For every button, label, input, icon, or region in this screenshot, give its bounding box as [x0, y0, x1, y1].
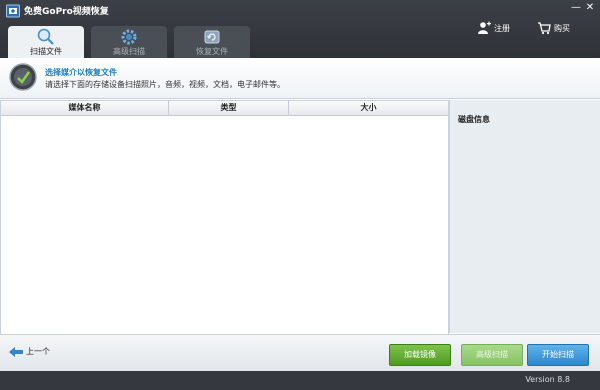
media-list-header: 媒体名称 类型 大小 — [1, 101, 448, 116]
user-add-icon — [478, 21, 491, 34]
action-bar: 上一个 加载镜像 高级扫描 开始扫描 — [0, 334, 600, 372]
version-label: Version 8.8 — [525, 375, 570, 384]
app-title: 免费GoPro视频恢复 — [24, 7, 109, 17]
tab-recover-files-label: 恢复文件 — [196, 47, 228, 56]
magnifier-icon — [37, 28, 54, 45]
title-bar: 免费GoPro视频恢复 — ✕ 注册 购买 扫描文件 高级扫描 恢复文件 — [0, 0, 600, 58]
column-type[interactable]: 类型 — [169, 101, 289, 115]
tab-advanced-scan[interactable]: 高级扫描 — [91, 26, 167, 58]
disk-info-title: 磁盘信息 — [458, 115, 490, 124]
start-scan-button[interactable]: 开始扫描 — [527, 344, 589, 366]
tab-scan-files[interactable]: 扫描文件 — [8, 26, 84, 58]
register-button[interactable]: 注册 — [477, 20, 510, 36]
gear-icon — [121, 29, 137, 45]
tab-advanced-scan-label: 高级扫描 — [113, 47, 145, 56]
tab-recover-files[interactable]: 恢复文件 — [174, 26, 250, 58]
instruction-description: 请选择下面的存储设备扫描照片，音频，视频，文档，电子邮件等。 — [45, 80, 285, 89]
buy-button[interactable]: 购买 — [537, 20, 570, 36]
close-button[interactable]: ✕ — [583, 2, 597, 14]
disk-recover-icon — [204, 30, 220, 44]
cart-icon — [538, 22, 551, 35]
minimize-button[interactable]: — — [569, 2, 583, 14]
register-label: 注册 — [494, 23, 510, 33]
load-image-button[interactable]: 加载镜像 — [389, 344, 451, 366]
arrow-left-icon — [9, 346, 23, 357]
status-bar: Version 8.8 — [0, 371, 600, 390]
column-media-name[interactable]: 媒体名称 — [1, 101, 169, 115]
advanced-scan-button[interactable]: 高级扫描 — [461, 344, 523, 366]
back-button[interactable]: 上一个 — [9, 346, 50, 357]
instruction-title: 选择媒介以恢复文件 — [45, 68, 117, 77]
instruction-banner: 选择媒介以恢复文件 请选择下面的存储设备扫描照片，音频，视频，文档，电子邮件等。 — [0, 58, 600, 99]
media-disk-icon — [9, 63, 37, 91]
buy-label: 购买 — [554, 23, 570, 33]
column-size[interactable]: 大小 — [289, 101, 448, 115]
back-label: 上一个 — [26, 347, 50, 356]
disk-info-panel: 磁盘信息 — [449, 100, 600, 333]
app-logo-icon — [6, 4, 20, 18]
media-list[interactable]: 媒体名称 类型 大小 — [0, 100, 449, 335]
tab-scan-files-label: 扫描文件 — [30, 47, 62, 56]
main-content: 选择媒介以恢复文件 请选择下面的存储设备扫描照片，音频，视频，文档，电子邮件等。… — [0, 58, 600, 372]
